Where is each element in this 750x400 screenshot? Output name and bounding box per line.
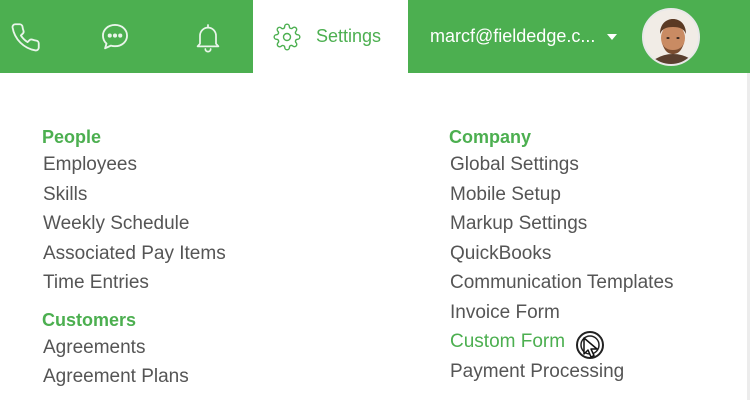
chevron-down-icon: [607, 33, 618, 40]
notifications-button[interactable]: [178, 0, 238, 73]
menu-item-custom-form[interactable]: Custom Form: [449, 327, 674, 357]
account-dropdown[interactable]: marcf@fieldedge.c...: [430, 0, 618, 73]
menu-item-associated-pay-items[interactable]: Associated Pay Items: [42, 239, 226, 269]
tab-settings[interactable]: Settings: [253, 0, 408, 73]
user-photo: [644, 10, 698, 64]
messages-button[interactable]: [85, 0, 145, 73]
group-title-customers: Customers: [42, 309, 137, 330]
menu-item-mobile-setup[interactable]: Mobile Setup: [449, 180, 674, 210]
menu-item-time-entries[interactable]: Time Entries: [42, 268, 226, 298]
chat-icon: [102, 23, 128, 49]
menu-item-skills[interactable]: Skills: [42, 180, 226, 210]
top-navigation-bar: Settings marcf@fieldedge.c...: [0, 0, 750, 73]
menu-item-global-settings[interactable]: Global Settings: [449, 150, 674, 180]
menu-item-weekly-schedule[interactable]: Weekly Schedule: [42, 209, 226, 239]
menu-item-invoice-form[interactable]: Invoice Form: [449, 298, 674, 328]
settings-tab-label: Settings: [316, 26, 382, 46]
gear-icon: [273, 22, 301, 51]
phone-icon: [11, 22, 40, 51]
menu-item-quickbooks[interactable]: QuickBooks: [449, 239, 674, 269]
group-title-people: People: [42, 127, 102, 147]
menu-item-markup-settings[interactable]: Markup Settings: [449, 209, 674, 239]
click-cursor-icon: [575, 330, 607, 362]
menu-item-agreements[interactable]: Agreements: [42, 333, 226, 363]
group-title-company: Company: [449, 127, 532, 147]
menu-item-communication-templates[interactable]: Communication Templates: [449, 268, 674, 298]
settings-menu-right-column: Company Global Settings Mobile Setup Mar…: [449, 124, 674, 386]
settings-menu-left-column: People Employees Skills Weekly Schedule …: [42, 124, 226, 392]
phone-button[interactable]: [0, 0, 56, 73]
bell-icon: [196, 23, 220, 52]
account-email: marcf@fieldedge.c...: [430, 26, 596, 46]
menu-item-agreement-plans[interactable]: Agreement Plans: [42, 362, 226, 392]
avatar[interactable]: [642, 8, 700, 66]
menu-item-employees[interactable]: Employees: [42, 150, 226, 180]
menu-item-payment-processing[interactable]: Payment Processing: [449, 357, 674, 387]
